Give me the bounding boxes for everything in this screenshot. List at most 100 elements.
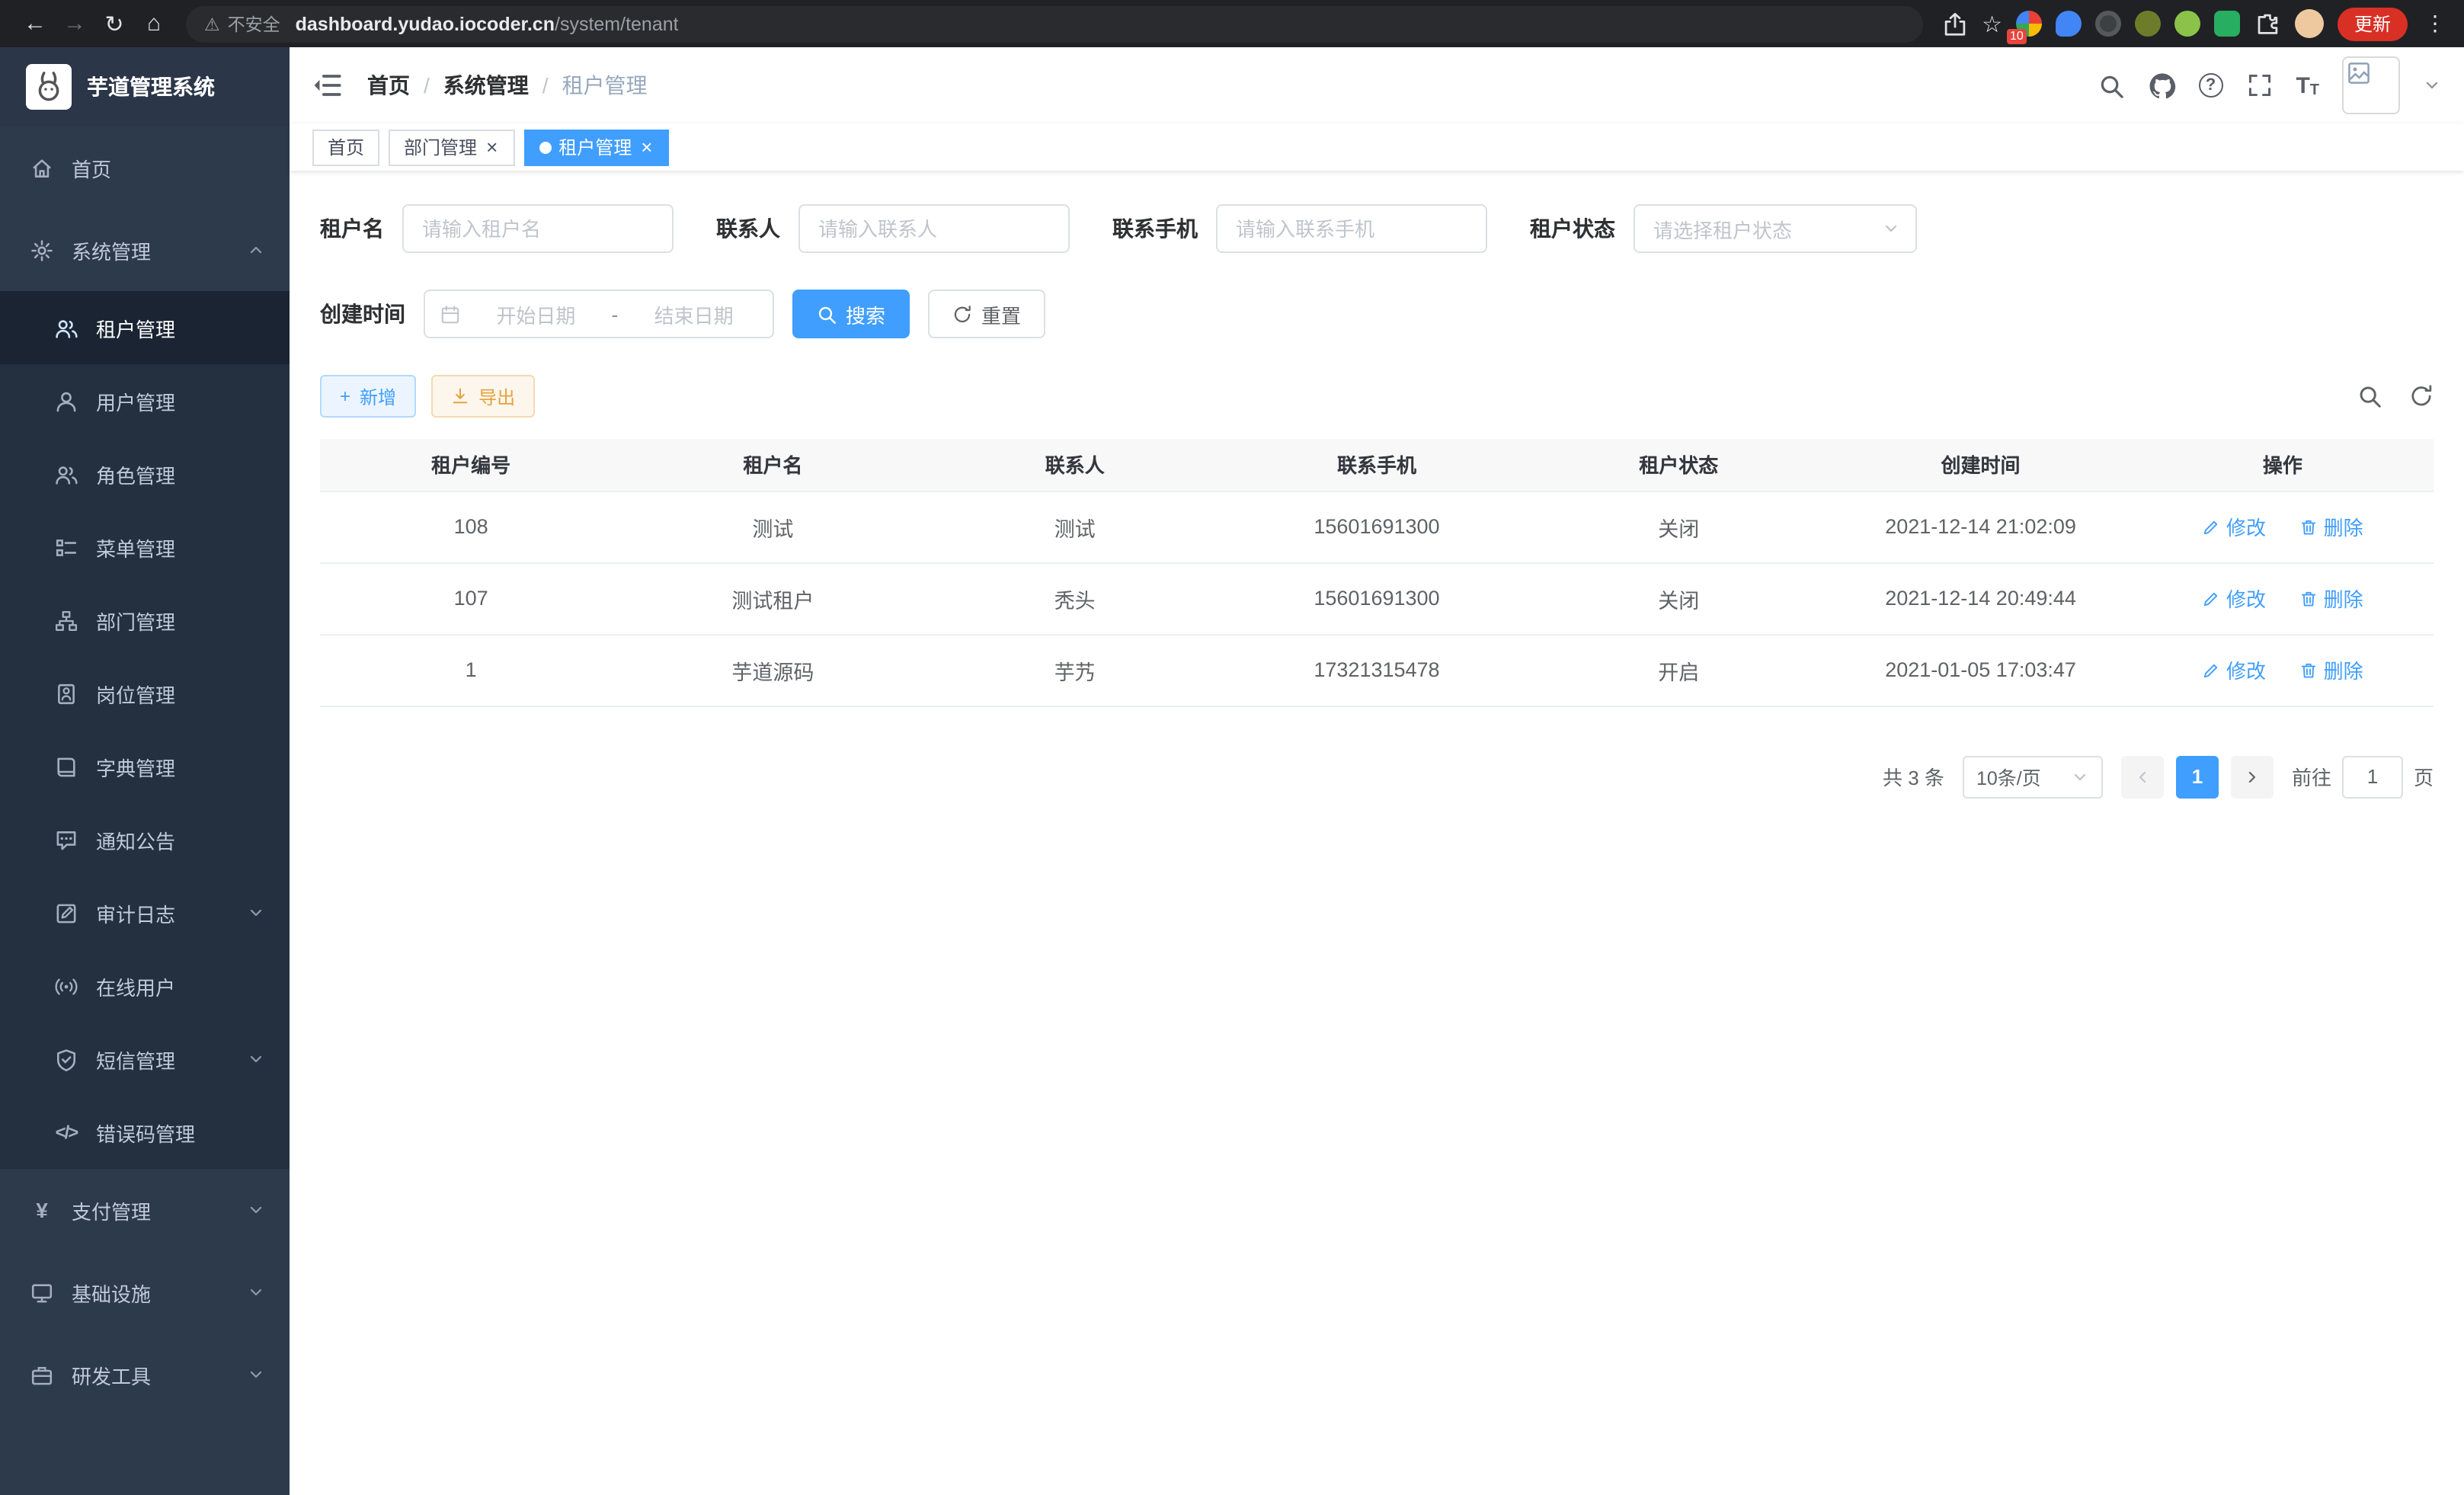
sidebar-item-system[interactable]: 系统管理 [0,209,290,291]
sidebar-item-error-codes[interactable]: </> 错误码管理 [0,1096,290,1169]
delete-link[interactable]: 删除 [2299,584,2363,613]
sidebar-logo[interactable]: 芋道管理系统 [0,47,290,126]
next-page-button[interactable] [2231,755,2274,798]
create-time-label: 创建时间 [320,299,405,329]
sidebar-item-home[interactable]: 首页 [0,126,290,209]
extension-icon-3[interactable] [2095,11,2121,37]
delete-link[interactable]: 删除 [2299,512,2363,541]
table-row: 108 测试 测试 15601691300 关闭 2021-12-14 21:0… [320,491,2434,562]
sidebar-item-notice[interactable]: 通知公告 [0,803,290,876]
sidebar-item-payment[interactable]: ¥ 支付管理 [0,1169,290,1251]
top-navbar: 首页 / 系统管理 / 租户管理 ? TT [290,47,2464,123]
cell-contact: 秃头 [924,562,1226,634]
sidebar-item-departments[interactable]: 部门管理 [0,584,290,657]
export-button-label: 导出 [478,383,515,409]
search-button[interactable]: 搜索 [792,290,910,338]
status-select[interactable]: 请选择租户状态 [1634,204,1917,253]
contact-input[interactable] [798,204,1070,253]
browser-profile-avatar[interactable] [2295,9,2324,38]
address-bar[interactable]: ⚠ 不安全 dashboard.yudao.iocoder.cn/system/… [186,5,1922,42]
browser-menu-icon[interactable]: ⋮ [2421,11,2449,37]
page-number-button[interactable]: 1 [2176,755,2219,798]
sidebar-item-infrastructure[interactable]: 基础设施 [0,1251,290,1333]
sidebar-item-users[interactable]: 用户管理 [0,364,290,437]
browser-back-button[interactable]: ← [15,4,55,43]
date-range-picker[interactable]: 开始日期 - 结束日期 [424,290,774,338]
edit-link[interactable]: 修改 [2202,584,2266,613]
phone-input[interactable] [1216,204,1487,253]
menu-tree-icon [55,536,78,559]
cell-contact: 测试 [924,491,1226,562]
export-button[interactable]: 导出 [431,375,535,418]
close-icon[interactable]: × [485,137,499,157]
home-icon [30,156,53,179]
tenant-name-input[interactable] [402,204,674,253]
chevron-down-icon [247,1201,265,1219]
sidebar-item-dictionary[interactable]: 字典管理 [0,730,290,803]
cell-created: 2021-12-14 20:49:44 [1829,562,2131,634]
sidebar-item-posts[interactable]: 岗位管理 [0,657,290,730]
sidebar-item-audit-log[interactable]: 审计日志 [0,876,290,949]
breadcrumb-home[interactable]: 首页 [367,70,410,101]
table-row: 107 测试租户 秃头 15601691300 关闭 2021-12-14 20… [320,562,2434,634]
share-icon[interactable] [1941,10,1968,37]
user-avatar[interactable] [2342,56,2400,114]
browser-forward-button[interactable]: → [55,4,94,43]
logo-rabbit-icon [26,64,72,110]
reset-button[interactable]: 重置 [928,290,1045,338]
page-content: 租户名 联系人 联系手机 租户状态 请选择租户状态 [290,171,2464,1495]
goto-page-input[interactable] [2342,755,2403,798]
header-search-icon[interactable] [2098,72,2125,99]
tab-tenant[interactable]: 租户管理 × [523,129,669,165]
toggle-search-icon[interactable] [2357,384,2382,408]
edit-link[interactable]: 修改 [2202,512,2266,541]
extension-icon-2[interactable] [2056,11,2082,37]
page-size-value: 10条/页 [1976,762,2041,791]
cell-phone: 17321315478 [1226,634,1528,706]
page-size-select[interactable]: 10条/页 [1963,755,2103,798]
browser-update-button[interactable]: 更新 [2338,7,2408,40]
chevron-down-icon [247,904,265,922]
add-button[interactable]: + 新增 [320,375,416,418]
sidebar-item-online-users[interactable]: 在线用户 [0,949,290,1023]
browser-home-button[interactable]: ⌂ [134,4,174,43]
browser-actions: ☆ 10 更新 ⋮ [1934,7,2449,40]
extension-icon-6[interactable] [2214,11,2240,37]
delete-link[interactable]: 删除 [2299,655,2363,684]
url-text[interactable]: dashboard.yudao.iocoder.cn/system/tenant [296,13,679,34]
breadcrumb-system[interactable]: 系统管理 [443,70,529,101]
extension-icon-5[interactable] [2174,11,2200,37]
sidebar-collapse-icon[interactable] [312,70,343,101]
calendar-icon [440,304,460,324]
site-security-indicator[interactable]: ⚠ 不安全 [204,11,280,36]
bookmark-star-icon[interactable]: ☆ [1982,10,2002,37]
sidebar-item-menus[interactable]: 菜单管理 [0,511,290,584]
contact-label: 联系人 [716,213,780,244]
github-icon[interactable] [2148,72,2175,99]
font-size-icon[interactable]: TT [2296,72,2319,98]
tab-home[interactable]: 首页 [312,129,379,165]
help-icon[interactable]: ? [2198,73,2222,98]
extensions-puzzle-icon[interactable] [2254,10,2281,37]
extension-icon-1[interactable]: 10 [2016,11,2042,37]
refresh-table-icon[interactable] [2409,384,2434,408]
notice-chat-icon [55,828,78,851]
status-label: 租户状态 [1530,213,1615,244]
fullscreen-icon[interactable] [2245,72,2273,99]
close-icon[interactable]: × [639,137,654,157]
sidebar-item-devtools[interactable]: 研发工具 [0,1333,290,1416]
avatar-caret-icon[interactable] [2423,76,2441,94]
col-phone: 联系手机 [1226,439,1528,491]
table-toolbar: + 新增 导出 [320,375,2434,418]
sidebar-item-tenant[interactable]: 租户管理 [0,291,290,364]
tab-departments[interactable]: 部门管理 × [389,129,514,165]
tab-label: 首页 [328,134,364,160]
sidebar-item-sms[interactable]: 短信管理 [0,1023,290,1096]
prev-page-button[interactable] [2121,755,2164,798]
edit-link[interactable]: 修改 [2202,655,2266,684]
cell-created: 2021-12-14 21:02:09 [1829,491,2131,562]
extension-icon-4[interactable] [2135,11,2161,37]
sidebar-item-roles[interactable]: 角色管理 [0,437,290,511]
browser-reload-button[interactable]: ↻ [94,4,134,43]
font-size-glyph-small: T [2310,82,2319,98]
